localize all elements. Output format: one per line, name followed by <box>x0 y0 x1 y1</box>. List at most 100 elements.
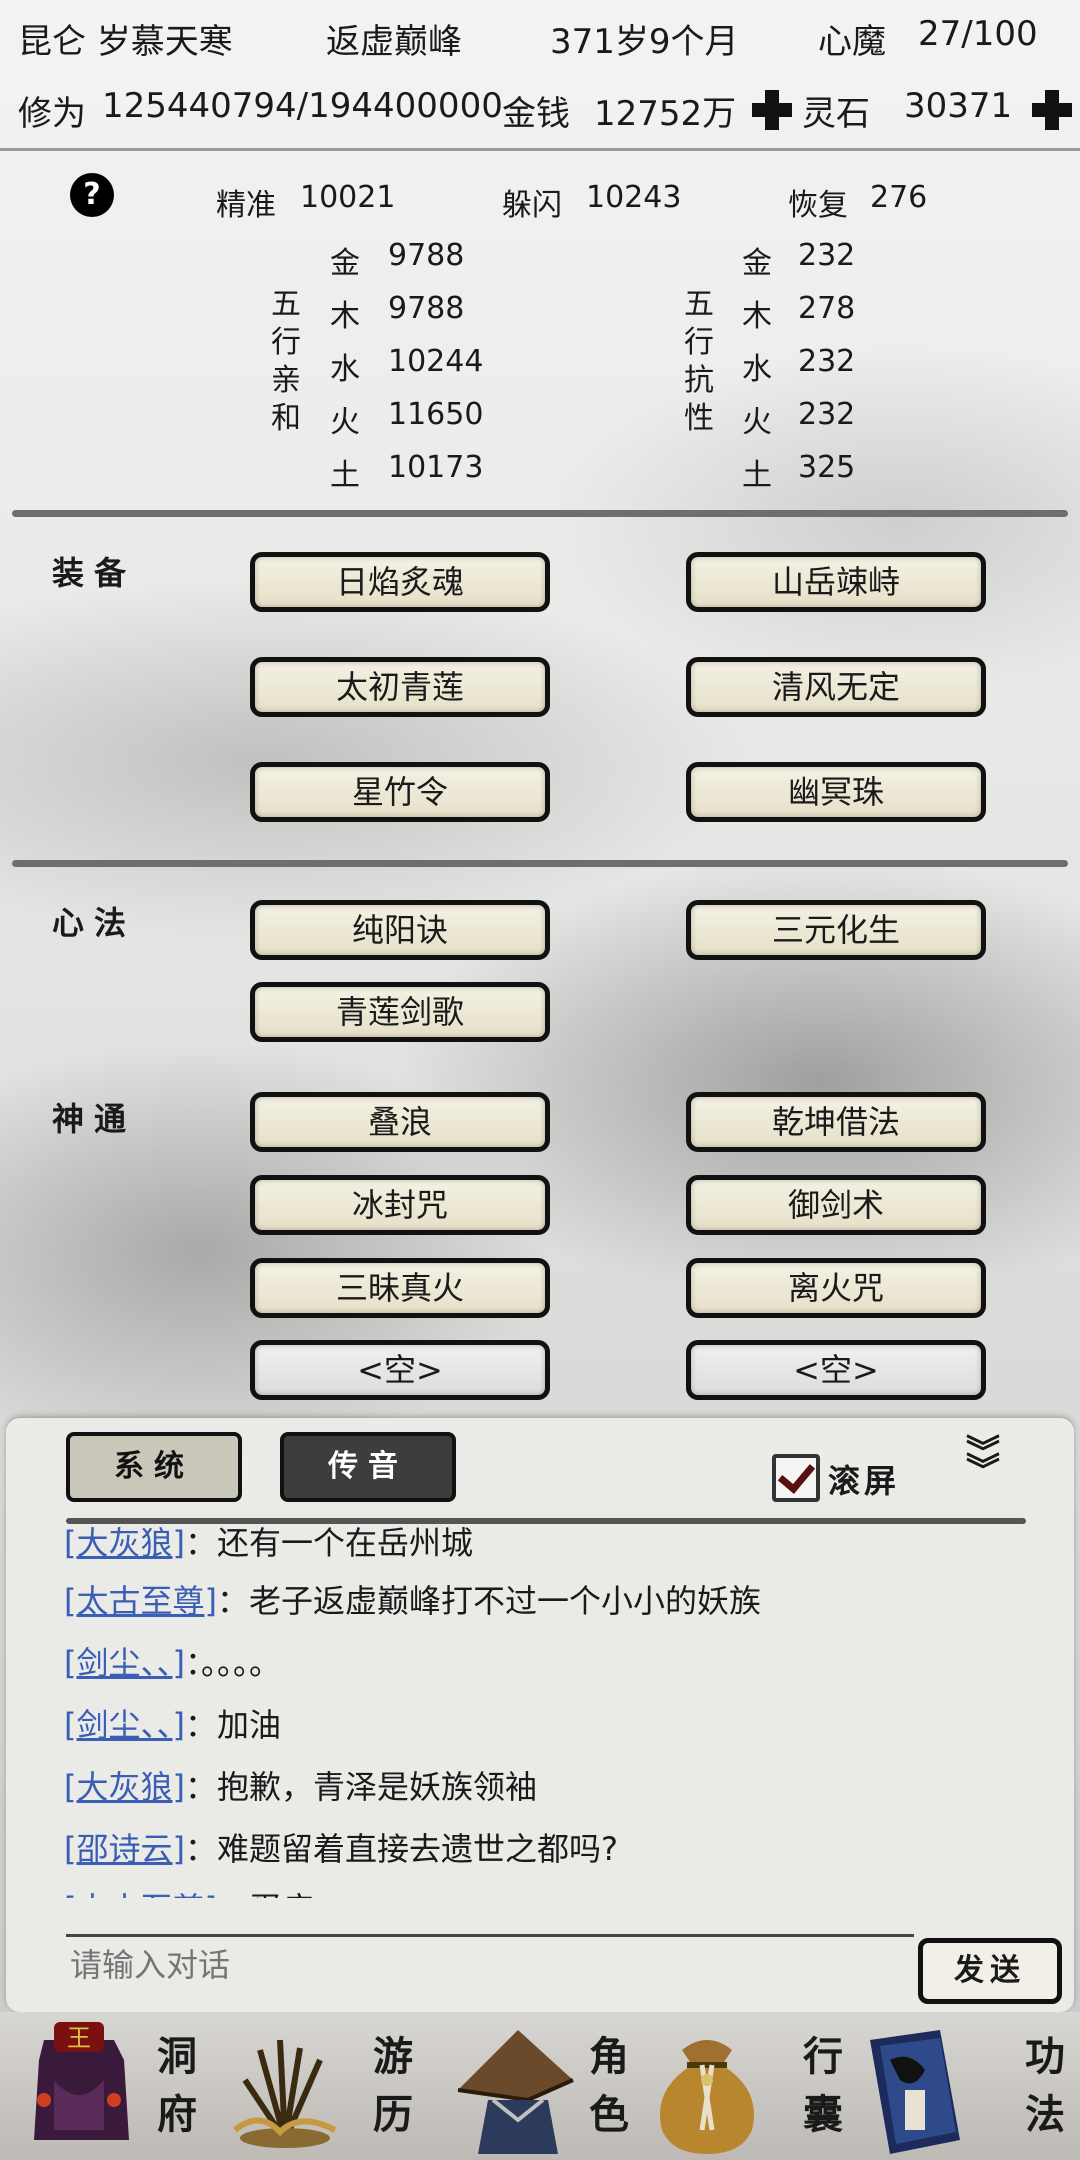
chat-sender-link[interactable]: [大灰狼] <box>64 1524 185 1562</box>
travel-icon <box>233 2039 337 2148</box>
equipment-label: 装备 <box>52 554 137 592</box>
add-money-icon[interactable] <box>750 88 794 132</box>
header-divider <box>0 148 1080 151</box>
affinity-value: 10244 <box>388 344 484 379</box>
chat-sender-link[interactable]: [太古至尊] <box>64 1890 217 1898</box>
empty-slot-button[interactable]: <空> <box>686 1340 986 1400</box>
nav-label: 功法 <box>1025 2033 1065 2138</box>
affinity-value: 11650 <box>388 397 484 432</box>
recover-label: 恢复 <box>788 188 848 223</box>
chat-text: ：难题留着直接去遗世之都吗? <box>184 1830 618 1868</box>
affinity-element: 木 <box>330 299 360 334</box>
chat-divider <box>66 1518 1026 1524</box>
accuracy-label: 精准 <box>216 188 276 223</box>
chat-sender-link[interactable]: [剑尘、、] <box>64 1706 185 1744</box>
affinity-element: 火 <box>330 405 360 440</box>
chat-text: ：还有一个在岳州城 <box>184 1524 473 1562</box>
dodge-label: 躲闪 <box>502 188 562 223</box>
scroll-checkbox[interactable] <box>772 1454 820 1502</box>
chat-sender-link[interactable]: [剑尘、、] <box>64 1644 185 1682</box>
nav-scripture[interactable]: 功法 <box>864 2012 1080 2160</box>
chat-message: [剑尘、、]：加油 <box>64 1700 281 1746</box>
spirit-stone-value: 30371 <box>904 86 1013 126</box>
resist-value: 232 <box>798 344 856 379</box>
heart-demon-value: 27/100 <box>918 14 1038 54</box>
chat-input[interactable] <box>66 1934 914 1993</box>
affinity-element: 水 <box>330 352 360 387</box>
nav-label: 游历 <box>373 2033 413 2138</box>
character-icon <box>457 2030 574 2154</box>
tab-voice[interactable]: 传音 <box>280 1432 456 1502</box>
nav-character[interactable]: 角色 <box>432 2012 648 2160</box>
chat-message: [邵诗云]：难题留着直接去遗世之都吗? <box>64 1824 618 1870</box>
divine-power-button[interactable]: 冰封咒 <box>250 1175 550 1235</box>
resist-element: 木 <box>742 299 772 334</box>
resist-element: 火 <box>742 405 772 440</box>
nav-bag[interactable]: 行囊 <box>648 2012 864 2160</box>
status-header: 昆仑 岁慕天寒 返虚巅峰 371岁9个月 心魔 27/100 修为 125440… <box>0 0 1080 150</box>
empty-slot-button[interactable]: <空> <box>250 1340 550 1400</box>
equipment-slot-button[interactable]: 幽冥珠 <box>686 762 986 822</box>
heart-demon-label: 心魔 <box>818 22 886 62</box>
realm-label: 返虚巅峰 <box>326 22 462 62</box>
add-spirit-stone-icon[interactable] <box>1030 88 1074 132</box>
affinity-title: 五行亲和 <box>271 287 301 436</box>
nav-travel[interactable]: 游历 <box>216 2012 432 2160</box>
chat-sender-link[interactable]: [大灰狼] <box>64 1768 185 1806</box>
send-button[interactable]: 发送 <box>918 1938 1062 2004</box>
bag-icon <box>660 2040 754 2154</box>
accuracy-value: 10021 <box>300 180 396 215</box>
cave-dwelling-icon: 王 <box>34 2022 129 2140</box>
divine-power-button[interactable]: 三昧真火 <box>250 1258 550 1318</box>
section-divider <box>12 860 1068 867</box>
chat-text: ：。。。。 <box>184 1644 281 1682</box>
resist-element: 金 <box>742 246 772 281</box>
chat-message-list[interactable]: [大灰狼]：还有一个在岳州城 [太古至尊]：老子返虚巅峰打不过一个小小的妖族 [… <box>64 1518 1044 1898</box>
mind-method-button[interactable]: 纯阳诀 <box>250 900 550 960</box>
money-value: 12752万 <box>594 94 737 134</box>
chat-message: [大灰狼]：还有一个在岳州城 <box>64 1518 473 1564</box>
divine-power-button[interactable]: 离火咒 <box>686 1258 986 1318</box>
chat-sender-link[interactable]: [太古至尊] <box>64 1582 217 1620</box>
resist-title: 五行抗性 <box>684 287 714 436</box>
equipment-slot-button[interactable]: 太初青莲 <box>250 657 550 717</box>
help-icon[interactable]: ? <box>70 173 114 217</box>
cultivation-label: 修为 <box>18 94 86 134</box>
divine-power-button[interactable]: 叠浪 <box>250 1092 550 1152</box>
equipment-slot-button[interactable]: 山岳竦峙 <box>686 552 986 612</box>
chevron-double-down-icon[interactable]: ︾ ︾ <box>966 1436 1000 1488</box>
nav-label: 行囊 <box>803 2033 843 2138</box>
resist-value: 325 <box>798 450 856 485</box>
svg-text:王: 王 <box>67 2024 91 2052</box>
mind-method-button[interactable]: 三元化生 <box>686 900 986 960</box>
resist-value: 232 <box>798 397 856 432</box>
mind-method-button[interactable]: 青莲剑歌 <box>250 982 550 1042</box>
chat-text: ：抱歉，青泽是妖族领袖 <box>184 1768 537 1806</box>
spirit-stone-label: 灵石 <box>802 94 870 134</box>
chat-message: [太古至尊]：老子返虚巅峰打不过一个小小的妖族 <box>64 1576 761 1622</box>
nav-label: 洞府 <box>157 2033 197 2138</box>
tab-system[interactable]: 系统 <box>66 1432 242 1502</box>
scripture-icon <box>870 2030 960 2154</box>
dodge-value: 10243 <box>586 180 682 215</box>
section-divider <box>12 510 1068 517</box>
chat-text: ：老子返虚巅峰打不过一个小小的妖族 <box>216 1582 761 1620</box>
location-label: 昆仑 岁慕天寒 <box>18 22 233 62</box>
divine-powers-label: 神通 <box>52 1100 137 1138</box>
chat-message: [大灰狼]：抱歉，青泽是妖族领袖 <box>64 1762 537 1808</box>
divine-power-button[interactable]: 乾坤借法 <box>686 1092 986 1152</box>
affinity-value: 9788 <box>388 291 465 326</box>
chat-panel: 系统 传音 滚屏 ︾ ︾ [大灰狼]：还有一个在岳州城 [太古至尊]：老子返虚巅峰… <box>6 1418 1074 2012</box>
chat-message: [太古至尊]：蛋疼 <box>64 1884 313 1898</box>
chat-sender-link[interactable]: [邵诗云] <box>64 1830 185 1868</box>
equipment-slot-button[interactable]: 清风无定 <box>686 657 986 717</box>
nav-cave-dwelling[interactable]: 王 洞府 <box>0 2012 216 2160</box>
resist-value: 278 <box>798 291 856 326</box>
affinity-value: 9788 <box>388 238 465 273</box>
scroll-label: 滚屏 <box>828 1462 901 1500</box>
bottom-nav: 王 洞府 游历 角色 行囊 功法 <box>0 2012 1080 2160</box>
divine-power-button[interactable]: 御剑术 <box>686 1175 986 1235</box>
chat-text: ：蛋疼 <box>217 1890 313 1898</box>
equipment-slot-button[interactable]: 日焰炙魂 <box>250 552 550 612</box>
equipment-slot-button[interactable]: 星竹令 <box>250 762 550 822</box>
